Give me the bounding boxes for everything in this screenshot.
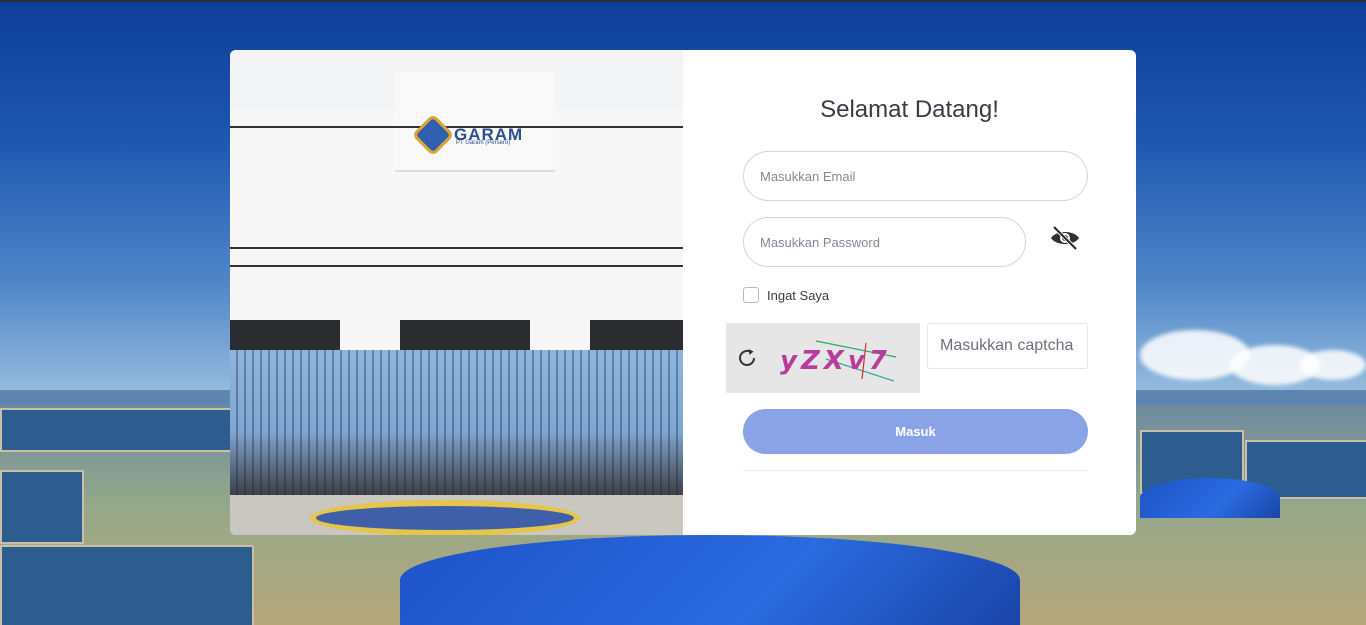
captcha-input[interactable] xyxy=(927,323,1088,369)
login-card: GARAM PT Garam (Persero) Selamat Datang!… xyxy=(230,50,1136,535)
email-input[interactable] xyxy=(743,151,1088,201)
salt-pond xyxy=(0,470,84,544)
salt-pond xyxy=(0,408,234,452)
company-logo: GARAM PT Garam (Persero) xyxy=(411,113,523,157)
captcha-panel: yZXv7 xyxy=(726,323,920,393)
form-divider xyxy=(743,470,1088,471)
power-line xyxy=(230,247,683,249)
helipad xyxy=(310,500,580,535)
captcha-text: yZXv7 xyxy=(780,346,891,376)
salt-tarp xyxy=(1140,478,1280,518)
captcha-image: yZXv7 xyxy=(780,340,897,382)
garam-logo-icon xyxy=(411,113,455,157)
power-line xyxy=(230,265,683,267)
welcome-title: Selamat Datang! xyxy=(820,96,999,123)
remember-me[interactable]: Ingat Saya xyxy=(743,287,829,303)
refresh-icon[interactable] xyxy=(736,347,758,369)
background-cloud xyxy=(1300,350,1366,380)
eye-slash-icon[interactable] xyxy=(1049,225,1081,251)
salt-pond xyxy=(0,545,254,625)
remember-checkbox[interactable] xyxy=(743,287,759,303)
company-photo: GARAM PT Garam (Persero) xyxy=(230,50,683,535)
logo-subtext: PT Garam (Persero) xyxy=(456,140,511,146)
password-input[interactable] xyxy=(743,217,1026,267)
login-button[interactable]: Masuk xyxy=(743,409,1088,454)
remember-label: Ingat Saya xyxy=(767,287,830,303)
salt-tarp xyxy=(400,535,1020,625)
login-form: Selamat Datang! Ingat Saya yZXv7 xyxy=(683,50,1136,535)
employee-group xyxy=(230,350,683,498)
